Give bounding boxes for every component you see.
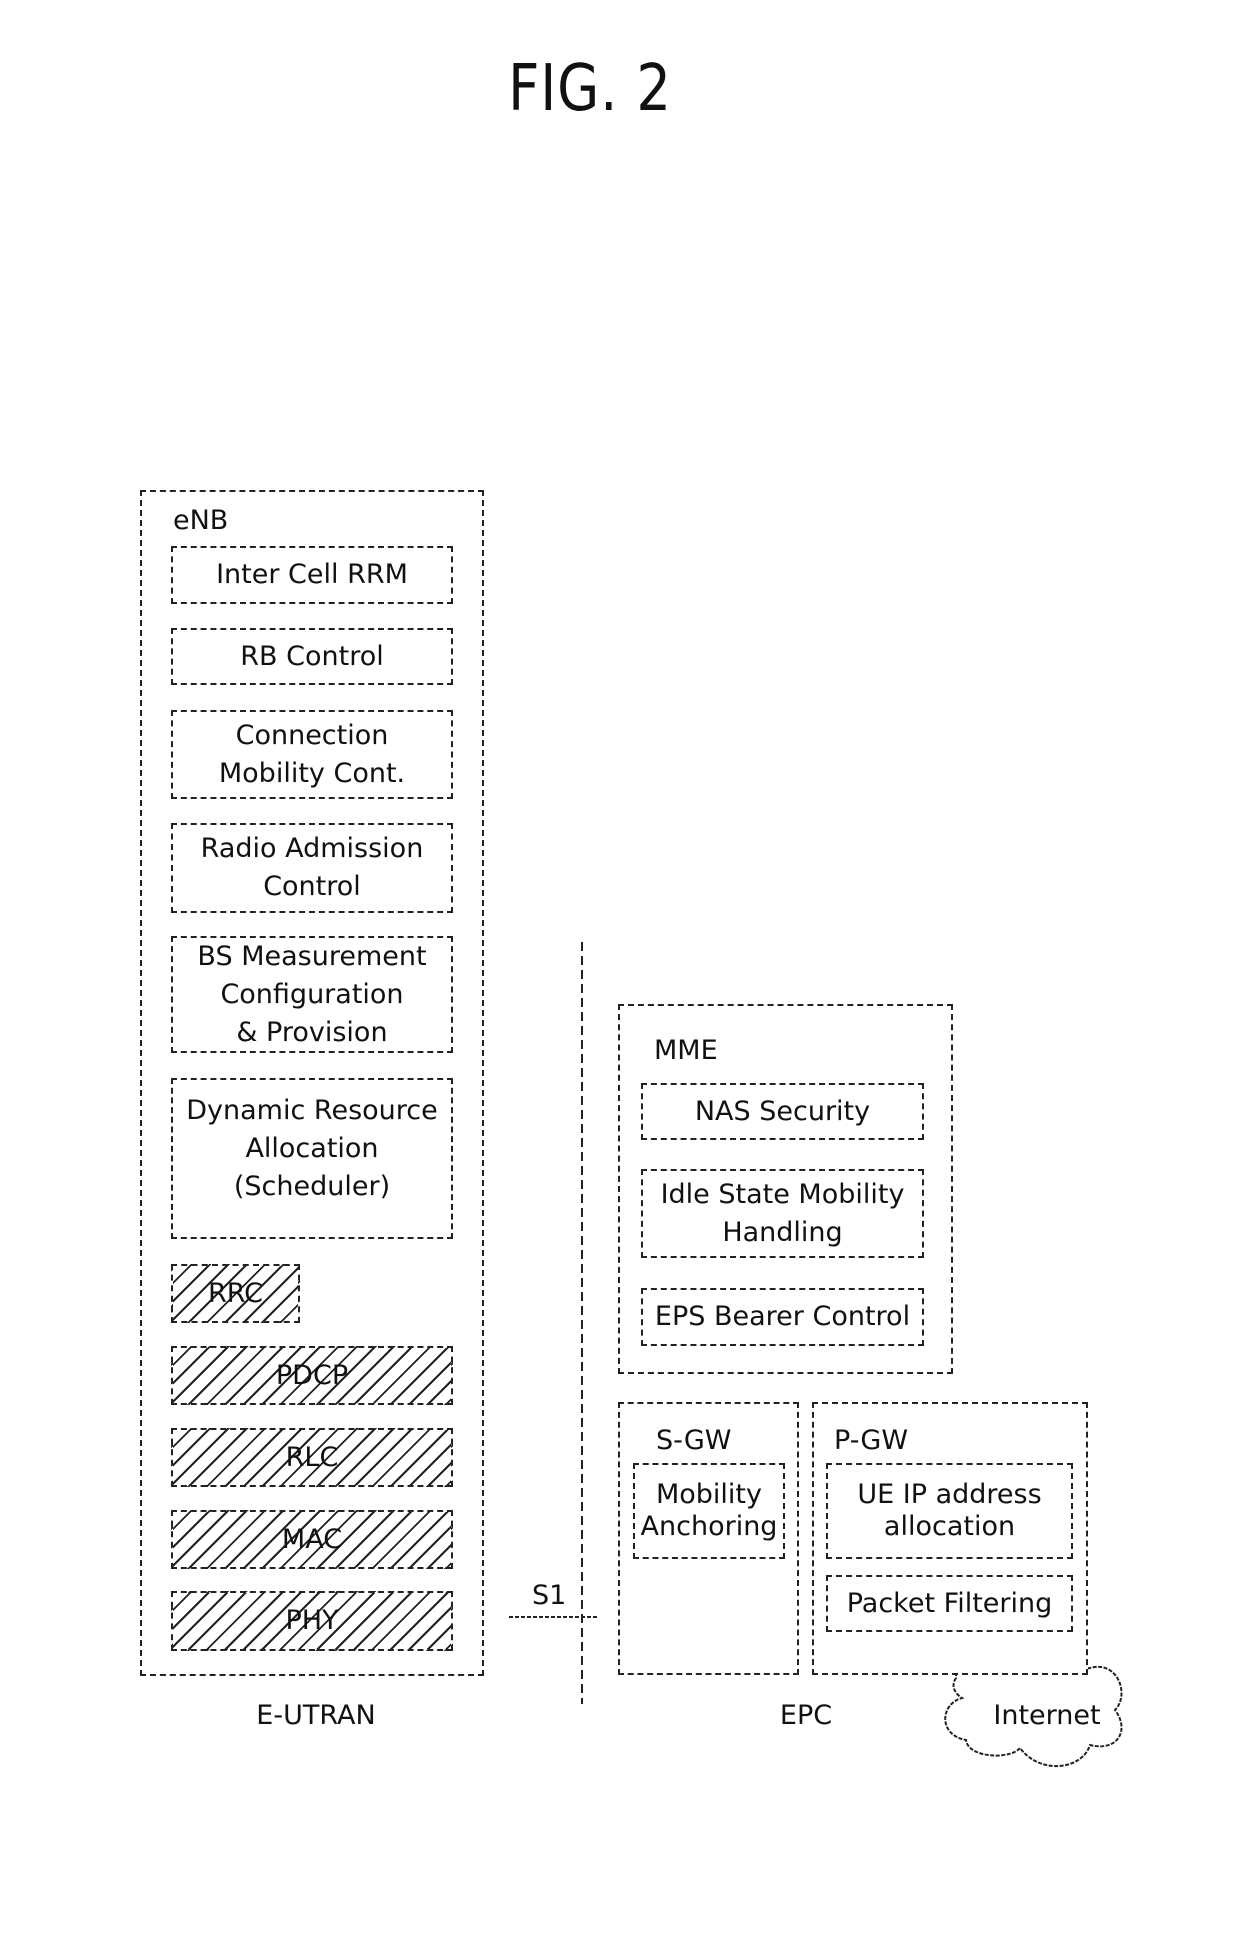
mobility-anchoring-block: Mobility Anchoring xyxy=(633,1463,785,1559)
internet-label: Internet xyxy=(993,1700,1101,1731)
eps-bearer-control-block: EPS Bearer Control xyxy=(641,1288,924,1346)
figure-canvas: FIG. 2 eNB Inter Cell RRM RB Control Con… xyxy=(0,0,1240,1933)
s1-label: S1 xyxy=(532,1580,567,1611)
sgw-label: S-GW xyxy=(656,1425,732,1456)
epc-label: EPC xyxy=(779,1700,833,1731)
idle-state-mobility-block: Idle State Mobility Handling xyxy=(641,1169,924,1258)
pgw-label: P-GW xyxy=(834,1425,909,1456)
nas-security-block: NAS Security xyxy=(641,1083,924,1140)
packet-filtering-block: Packet Filtering xyxy=(826,1575,1073,1632)
mme-label: MME xyxy=(654,1035,718,1066)
ue-ip-allocation-block: UE IP address allocation xyxy=(826,1463,1073,1559)
